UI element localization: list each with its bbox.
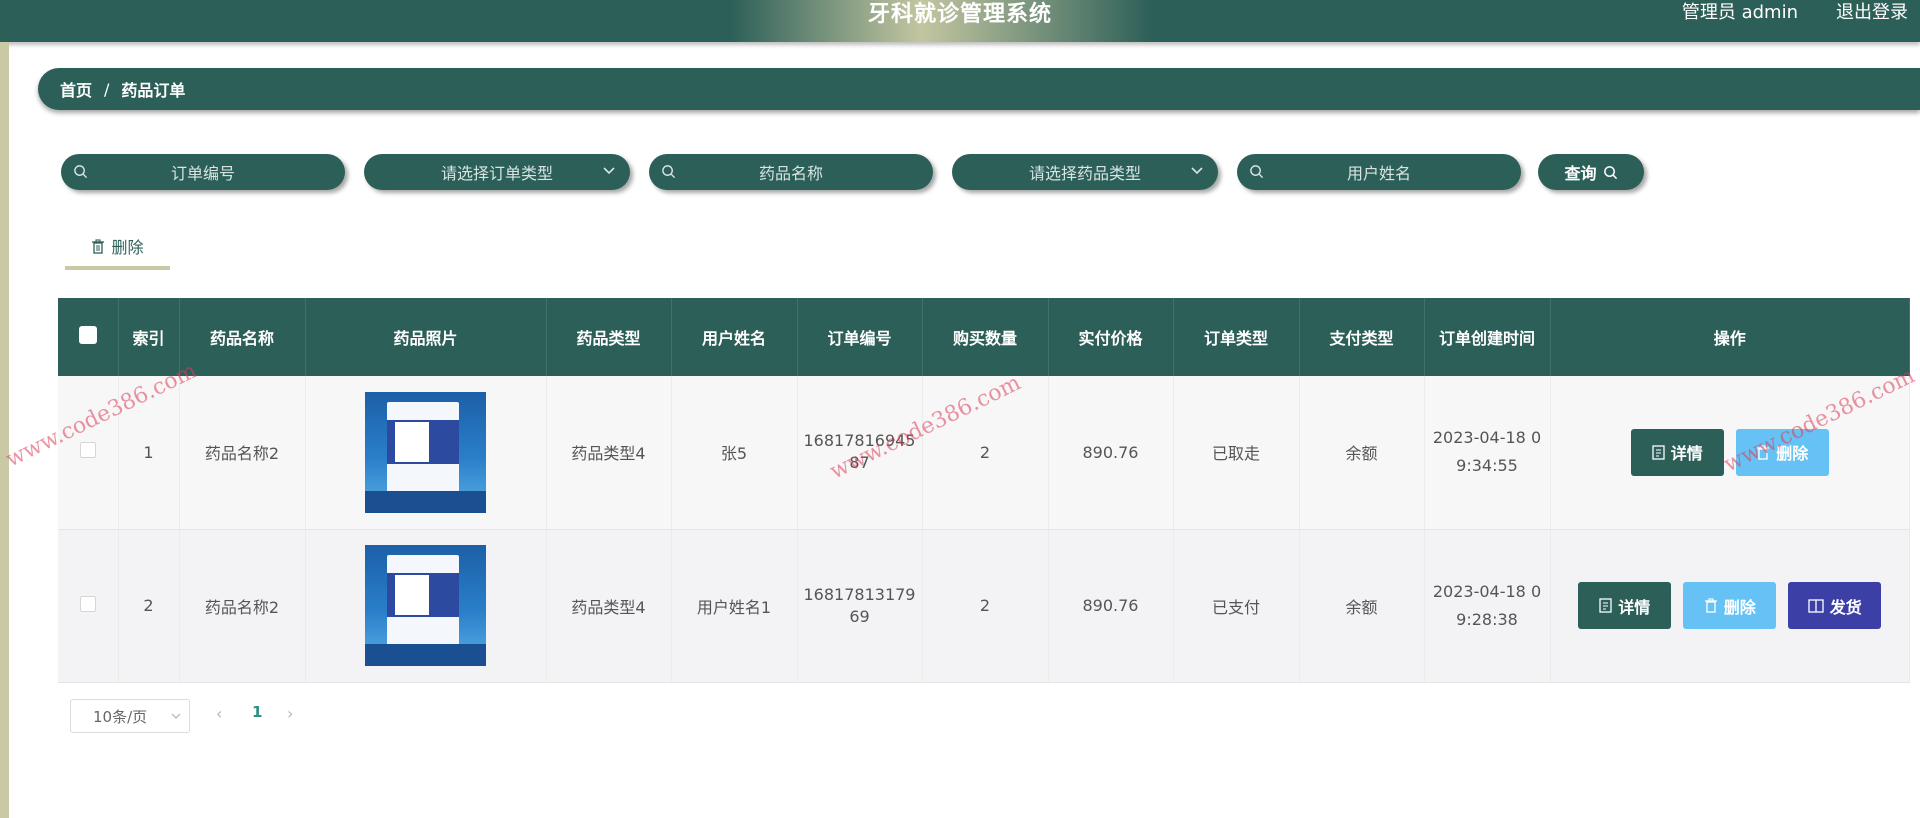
app-title: 牙科就诊管理系统	[867, 2, 1052, 27]
drug-name-placeholder: 药品名称	[758, 164, 823, 183]
chevron-down-icon	[171, 713, 181, 719]
query-button[interactable]: 查询	[1538, 154, 1644, 190]
chevron-down-icon	[603, 167, 615, 175]
drug-photo[interactable]	[365, 391, 486, 513]
detail-label: 详情	[1670, 444, 1703, 464]
row-checkbox[interactable]	[79, 442, 96, 459]
header-pay-type: 支付类型	[1299, 298, 1425, 376]
breadcrumb: 首页 / 药品订单	[38, 68, 1920, 110]
drug-type-select[interactable]: 请选择药品类型	[952, 154, 1218, 190]
delete-button[interactable]: 删除	[1683, 582, 1777, 629]
search-icon	[74, 165, 88, 179]
header-drug-type: 药品类型	[546, 298, 672, 376]
cell-pay-type: 余额	[1299, 376, 1425, 530]
cell-user-name: 用户姓名1	[671, 529, 798, 683]
document-icon	[1599, 598, 1612, 613]
user-name-input[interactable]: 用户姓名	[1237, 154, 1521, 190]
table-header-row: 索引 药品名称 药品照片 药品类型 用户姓名 订单编号 购买数量 实付价格 订单…	[58, 298, 1910, 376]
trash-icon	[1704, 598, 1717, 613]
cell-created: 2023-04-18 09:34:55	[1424, 376, 1551, 530]
cell-quantity: 2	[922, 529, 1049, 683]
order-no-placeholder: 订单编号	[170, 164, 235, 183]
cell-created: 2023-04-18 09:28:38	[1424, 529, 1551, 683]
book-icon	[1808, 598, 1824, 613]
header-user-name: 用户姓名	[671, 298, 798, 376]
cell-order-no: 1681781317969	[797, 529, 923, 683]
cell-price: 890.76	[1048, 376, 1174, 530]
prev-page-button[interactable]: ‹	[216, 704, 222, 723]
breadcrumb-home[interactable]: 首页	[60, 77, 92, 101]
order-no-input[interactable]: 订单编号	[61, 154, 345, 190]
order-type-placeholder: 请选择订单类型	[440, 164, 553, 183]
cell-drug-name: 药品名称2	[179, 376, 306, 530]
trash-icon	[92, 238, 105, 254]
select-all-checkbox[interactable]	[78, 326, 97, 344]
detail-button[interactable]: 详情	[1630, 428, 1724, 476]
header-created: 订单创建时间	[1424, 298, 1551, 376]
select-all-header	[58, 298, 119, 376]
breadcrumb-current: 药品订单	[121, 81, 186, 100]
cell-price: 890.76	[1048, 529, 1174, 683]
page-number[interactable]: 1	[252, 703, 262, 721]
row-checkbox[interactable]	[79, 595, 96, 612]
header-quantity: 购买数量	[922, 298, 1049, 376]
batch-delete-button[interactable]: 删除	[65, 226, 170, 270]
detail-button[interactable]: 详情	[1578, 582, 1672, 629]
header-drug-name: 药品名称	[179, 298, 306, 376]
cell-order-type: 已取走	[1173, 376, 1300, 530]
chevron-down-icon	[1191, 167, 1203, 175]
cell-order-type: 已支付	[1173, 529, 1300, 683]
drug-name-input[interactable]: 药品名称	[649, 154, 933, 190]
header-actions: 操作	[1550, 298, 1910, 376]
left-edge-strip	[0, 42, 9, 818]
cell-user-name: 张5	[671, 376, 798, 530]
table-row: 2 药品名称2 药品类型4 用户姓名1 1681781317969 2 890.…	[58, 529, 1910, 683]
cell-drug-photo	[305, 376, 547, 530]
drug-type-placeholder: 请选择药品类型	[1028, 164, 1141, 183]
cell-drug-type: 药品类型4	[546, 376, 672, 530]
document-icon	[1652, 445, 1665, 460]
ship-button[interactable]: 发货	[1788, 582, 1882, 629]
user-name-placeholder: 用户姓名	[1346, 164, 1411, 183]
logout-button[interactable]: 退出登录	[1836, 0, 1908, 24]
detail-label: 详情	[1618, 597, 1651, 617]
header-order-no: 订单编号	[797, 298, 923, 376]
query-label: 查询	[1564, 164, 1597, 183]
row-select-cell	[58, 529, 119, 683]
header-drug-photo: 药品照片	[305, 298, 547, 376]
delete-label: 删除	[1723, 597, 1756, 617]
current-user: 管理员 admin	[1681, 2, 1798, 23]
cell-index: 2	[118, 529, 180, 683]
breadcrumb-separator: /	[104, 79, 110, 99]
cell-pay-type: 余额	[1299, 529, 1425, 683]
order-type-select[interactable]: 请选择订单类型	[364, 154, 630, 190]
search-icon	[662, 165, 676, 179]
cell-drug-photo	[305, 529, 547, 683]
search-icon	[1603, 165, 1617, 179]
cell-drug-name: 药品名称2	[179, 529, 306, 683]
header-price: 实付价格	[1048, 298, 1174, 376]
cell-actions: 详情 删除 发货	[1550, 529, 1910, 683]
page-size-select[interactable]: 10条/页	[70, 699, 190, 733]
ship-label: 发货	[1829, 597, 1862, 617]
top-header: 牙科就诊管理系统 管理员 admin 退出登录	[0, 0, 1920, 42]
drug-photo[interactable]	[365, 545, 486, 666]
cell-drug-type: 药品类型4	[546, 529, 672, 683]
header-order-type: 订单类型	[1173, 298, 1300, 376]
next-page-button[interactable]: ›	[287, 704, 293, 723]
orders-table: 索引 药品名称 药品照片 药品类型 用户姓名 订单编号 购买数量 实付价格 订单…	[58, 298, 1910, 683]
header-index: 索引	[118, 298, 180, 376]
batch-delete-label: 删除	[111, 238, 144, 257]
search-icon	[1250, 165, 1264, 179]
page-size-label: 10条/页	[93, 707, 148, 726]
